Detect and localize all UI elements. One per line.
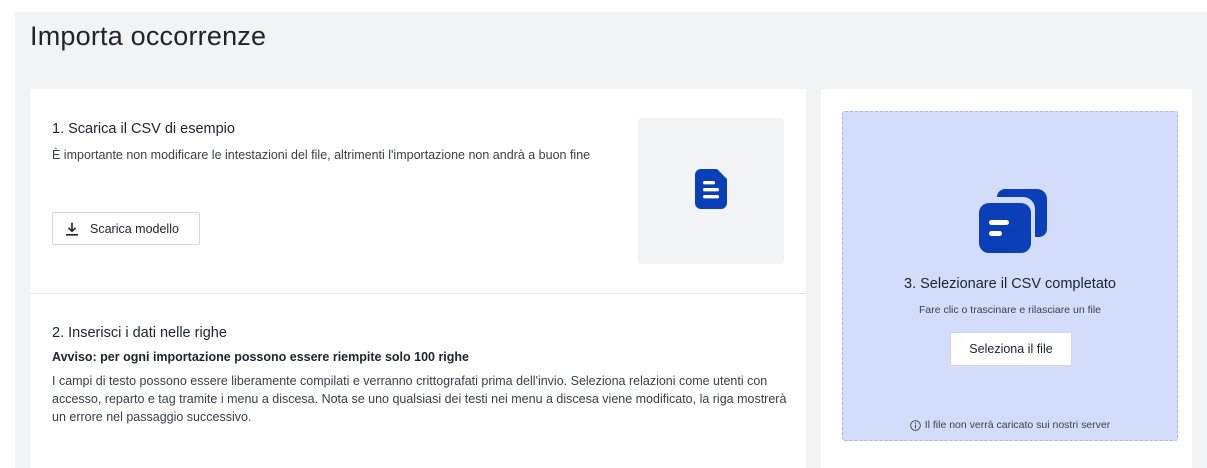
step2-warning: Avviso: per ogni importazione possono es…	[52, 350, 470, 364]
download-template-label: Scarica modello	[90, 221, 179, 236]
download-icon	[64, 221, 80, 237]
download-template-button[interactable]: Scarica modello	[52, 212, 200, 245]
step2-section: 2. Inserisci i dati nelle righe Avviso: …	[30, 294, 806, 468]
step2-description: I campi di testo possono essere liberame…	[52, 374, 787, 424]
document-icon	[695, 168, 727, 214]
select-file-button[interactable]: Seleziona il file	[950, 332, 1072, 366]
step2-title: 2. Inserisci i dati nelle righe	[52, 325, 227, 341]
step1-description: È importante non modificare le intestazi…	[52, 148, 591, 162]
documents-stack-icon	[975, 187, 1051, 257]
upload-note-text: Il file non verrà caricato sui nostri se…	[924, 419, 1111, 431]
step3-title: 3. Selezionare il CSV completato	[904, 276, 1116, 292]
step3-subtitle: Fare clic o trascinare e rilasciare un f…	[918, 304, 1102, 316]
step1-section: 1. Scarica il CSV di esempio È important…	[30, 89, 806, 294]
file-dropzone[interactable]: 3. Selezionare il CSV completato Fare cl…	[842, 111, 1178, 441]
step1-title: 1. Scarica il CSV di esempio	[52, 121, 235, 137]
instructions-card: 1. Scarica il CSV di esempio È important…	[30, 89, 806, 468]
page: Importa occorrenze 1. Scarica il CSV di …	[15, 12, 1207, 468]
page-title: Importa occorrenze	[30, 21, 267, 51]
info-icon	[909, 419, 921, 431]
document-tile	[638, 118, 784, 264]
upload-note: Il file non verrà caricato sui nostri se…	[843, 419, 1177, 431]
upload-card: 3. Selezionare il CSV completato Fare cl…	[821, 89, 1192, 468]
